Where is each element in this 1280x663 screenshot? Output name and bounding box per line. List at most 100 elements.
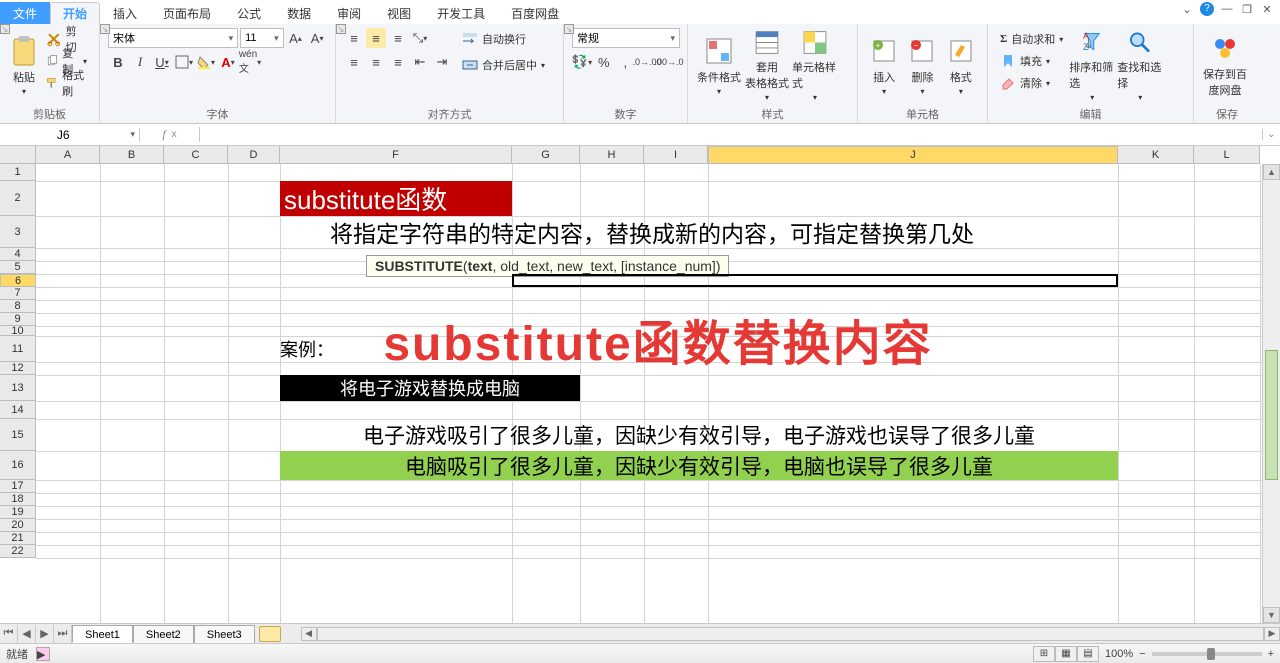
phonetic-button[interactable]: wén文▾ bbox=[240, 52, 260, 72]
border-button[interactable]: ▾ bbox=[174, 52, 194, 72]
row-head-17[interactable]: 17 bbox=[0, 480, 36, 493]
scroll-down-icon[interactable]: ▼ bbox=[1263, 607, 1280, 623]
row-head-12[interactable]: 12 bbox=[0, 362, 36, 375]
hscroll-left-icon[interactable]: ◀ bbox=[301, 627, 317, 641]
percent-icon[interactable]: % bbox=[594, 52, 614, 72]
col-head-K[interactable]: K bbox=[1118, 146, 1194, 164]
fill-color-button[interactable]: ▾ bbox=[196, 52, 216, 72]
sheet-nav-next-icon[interactable]: ▶ bbox=[36, 625, 54, 643]
align-middle-icon[interactable]: ≡ bbox=[366, 28, 386, 48]
active-cell[interactable] bbox=[512, 274, 1118, 287]
horizontal-scrollbar[interactable]: ◀ ▶ bbox=[301, 627, 1280, 641]
row-head-10[interactable]: 10 bbox=[0, 326, 36, 336]
macro-icon[interactable]: ▶ bbox=[36, 647, 50, 661]
restore-icon[interactable]: ❐ bbox=[1240, 2, 1254, 16]
close-icon[interactable]: ✕ bbox=[1260, 2, 1274, 16]
sheet-tab-3[interactable]: Sheet3 bbox=[194, 625, 255, 643]
wrap-button[interactable]: 自动换行 bbox=[458, 28, 549, 50]
new-sheet-button[interactable] bbox=[259, 626, 281, 642]
row-head-1[interactable]: 1 bbox=[0, 164, 36, 181]
clear-button[interactable]: 清除▾ bbox=[996, 72, 1067, 94]
row-head-16[interactable]: 16 bbox=[0, 451, 36, 480]
tab-home[interactable]: 开始 bbox=[50, 2, 100, 24]
view-normal-icon[interactable]: ⊞ bbox=[1033, 646, 1055, 662]
col-head-A[interactable]: A bbox=[36, 146, 100, 164]
tab-insert[interactable]: 插入 bbox=[100, 2, 150, 24]
vertical-scrollbar[interactable]: ▲ ▼ bbox=[1262, 164, 1280, 623]
row-head-7[interactable]: 7 bbox=[0, 287, 36, 300]
row-head-18[interactable]: 18 bbox=[0, 493, 36, 506]
scroll-thumb[interactable] bbox=[1265, 350, 1278, 480]
row-head-15[interactable]: 15 bbox=[0, 419, 36, 451]
view-layout-icon[interactable]: ▦ bbox=[1055, 646, 1077, 662]
row-head-6[interactable]: 6 bbox=[0, 274, 36, 287]
underline-button[interactable]: U▾ bbox=[152, 52, 172, 72]
formula-input[interactable] bbox=[200, 128, 1262, 142]
formula-expand-icon[interactable]: ⌄ bbox=[1262, 129, 1280, 140]
cond-format-button[interactable]: 条件格式▾ bbox=[696, 28, 742, 102]
zoom-out-icon[interactable]: − bbox=[1139, 648, 1145, 660]
shrink-font-icon[interactable]: A▾ bbox=[307, 28, 327, 48]
col-head-H[interactable]: H bbox=[580, 146, 644, 164]
zoom-slider[interactable] bbox=[1152, 652, 1262, 656]
minimize-icon[interactable]: — bbox=[1220, 2, 1234, 16]
sheet-nav-last-icon[interactable]: ⏭ bbox=[54, 625, 72, 643]
sort-filter-button[interactable]: AZ排序和筛选▾ bbox=[1069, 28, 1115, 102]
sheet-nav-prev-icon[interactable]: ◀ bbox=[18, 625, 36, 643]
view-break-icon[interactable]: ▤ bbox=[1077, 646, 1099, 662]
row-head-3[interactable]: 3 bbox=[0, 216, 36, 248]
col-head-I[interactable]: I bbox=[644, 146, 708, 164]
row-head-14[interactable]: 14 bbox=[0, 401, 36, 419]
zoom-in-icon[interactable]: + bbox=[1268, 648, 1274, 660]
number-launcher-icon[interactable]: ↘ bbox=[564, 24, 574, 34]
cell-style-button[interactable]: 单元格样式▾ bbox=[792, 28, 838, 102]
bold-button[interactable]: B bbox=[108, 52, 128, 72]
help-icon[interactable]: ? bbox=[1200, 2, 1214, 16]
tab-baidu[interactable]: 百度网盘 bbox=[498, 2, 572, 24]
col-head-F[interactable]: F bbox=[280, 146, 512, 164]
tab-view[interactable]: 视图 bbox=[374, 2, 424, 24]
align-launcher-icon[interactable]: ↘ bbox=[336, 24, 346, 34]
col-head-D[interactable]: D bbox=[228, 146, 280, 164]
align-left-icon[interactable]: ≡ bbox=[344, 52, 364, 72]
row-head-2[interactable]: 2 bbox=[0, 181, 36, 216]
insert-cells-button[interactable]: +插入▾ bbox=[866, 28, 902, 102]
paste-button[interactable]: 粘贴 ▾ bbox=[8, 28, 40, 102]
col-head-C[interactable]: C bbox=[164, 146, 228, 164]
tab-formula[interactable]: 公式 bbox=[224, 2, 274, 24]
col-head-G[interactable]: G bbox=[512, 146, 580, 164]
delete-cells-button[interactable]: −删除▾ bbox=[904, 28, 940, 102]
clipboard-launcher-icon[interactable]: ↘ bbox=[0, 24, 10, 34]
font-size-select[interactable]: 11▾ bbox=[240, 28, 283, 48]
fx-icon[interactable]: fx bbox=[140, 127, 200, 142]
currency-icon[interactable]: 💱▾ bbox=[572, 52, 592, 72]
sheet-nav-first-icon[interactable]: ⏮ bbox=[0, 625, 18, 643]
align-center-icon[interactable]: ≡ bbox=[366, 52, 386, 72]
row-head-22[interactable]: 22 bbox=[0, 545, 36, 558]
row-head-21[interactable]: 21 bbox=[0, 532, 36, 545]
font-launcher-icon[interactable]: ↘ bbox=[100, 24, 110, 34]
align-top-icon[interactable]: ≡ bbox=[344, 28, 364, 48]
painter-button[interactable]: 格式刷 bbox=[42, 72, 91, 94]
align-bottom-icon[interactable]: ≡ bbox=[388, 28, 408, 48]
row-head-20[interactable]: 20 bbox=[0, 519, 36, 532]
sheet-tab-2[interactable]: Sheet2 bbox=[133, 625, 194, 643]
tab-dev[interactable]: 开发工具 bbox=[424, 2, 498, 24]
italic-button[interactable]: I bbox=[130, 52, 150, 72]
tab-review[interactable]: 审阅 bbox=[324, 2, 374, 24]
name-box-input[interactable] bbox=[0, 128, 126, 142]
row-head-11[interactable]: 11 bbox=[0, 336, 36, 362]
table-format-button[interactable]: 套用 表格格式▾ bbox=[744, 28, 790, 102]
indent-inc-icon[interactable]: ⇥ bbox=[432, 52, 452, 72]
name-box[interactable]: ▾ bbox=[0, 128, 140, 142]
grow-font-icon[interactable]: A▴ bbox=[286, 28, 306, 48]
merge-button[interactable]: 合并后居中▾ bbox=[458, 54, 549, 76]
baidu-save-button[interactable]: 保存到百 度网盘 bbox=[1202, 28, 1248, 102]
row-head-19[interactable]: 19 bbox=[0, 506, 36, 519]
zoom-value[interactable]: 100% bbox=[1105, 648, 1133, 660]
row-head-8[interactable]: 8 bbox=[0, 300, 36, 313]
align-right-icon[interactable]: ≡ bbox=[388, 52, 408, 72]
col-head-J[interactable]: J bbox=[708, 146, 1118, 164]
font-name-select[interactable]: 宋体▾ bbox=[108, 28, 238, 48]
col-head-L[interactable]: L bbox=[1194, 146, 1260, 164]
